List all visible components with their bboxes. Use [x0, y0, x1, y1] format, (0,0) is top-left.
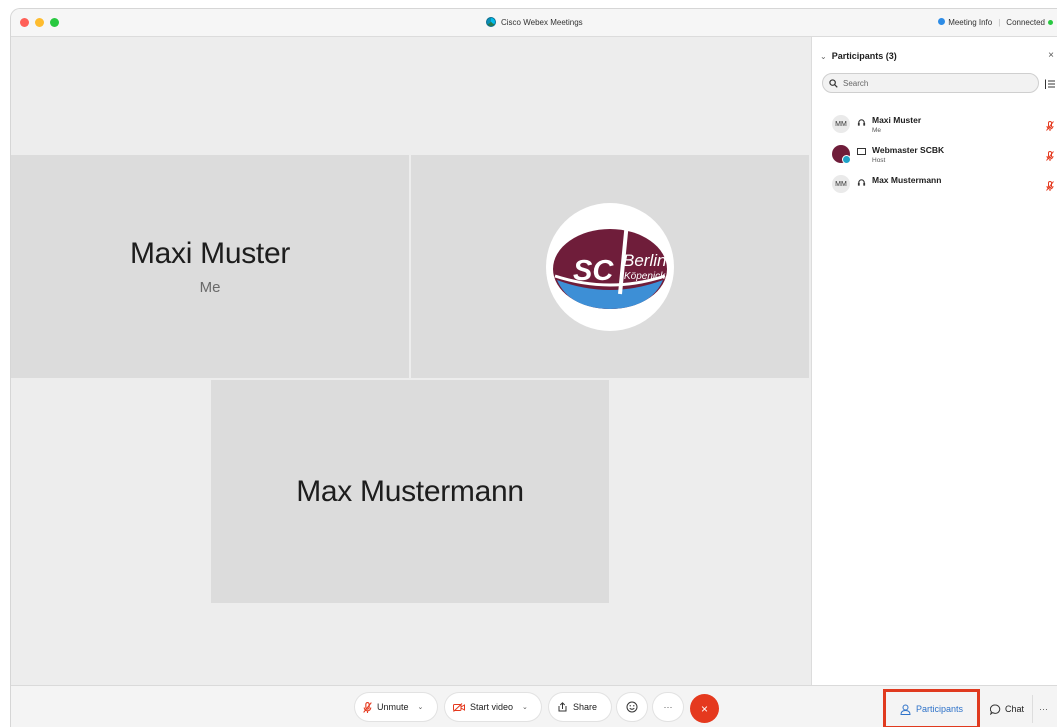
window-title-text: Cisco Webex Meetings	[501, 17, 583, 27]
participant-role: Me	[872, 127, 882, 134]
meeting-info-label: Meeting Info	[948, 18, 993, 27]
share-button[interactable]: Share	[549, 693, 611, 721]
participants-button[interactable]: Participants	[883, 689, 980, 727]
close-window-button[interactable]	[20, 18, 29, 27]
participant-name: Max Mustermann	[872, 175, 942, 185]
webex-logo-icon	[486, 17, 496, 27]
chevron-down-icon[interactable]: ⌄	[522, 703, 528, 711]
muted-microphone-icon[interactable]	[1046, 178, 1054, 196]
video-tile-max-mustermann[interactable]: Max Mustermann	[211, 380, 609, 603]
tile-name: Maxi Muster	[129, 237, 291, 270]
host-avatar: SC Berlin Köpenick	[546, 202, 674, 331]
meeting-info-link[interactable]: Meeting Info	[938, 18, 992, 27]
start-video-label: Start video	[470, 702, 514, 712]
share-label: Share	[573, 702, 598, 712]
person-icon	[900, 704, 911, 715]
title-bar: Cisco Webex Meetings Meeting Info | Conn…	[11, 9, 1057, 37]
video-off-icon	[453, 702, 465, 712]
chat-label: Chat	[1005, 704, 1025, 714]
reactions-button[interactable]	[617, 693, 647, 721]
avatar: MM	[832, 115, 850, 133]
connected-dot-icon	[1048, 20, 1053, 25]
panel-controls: Participants Chat ···	[883, 689, 1054, 727]
unmute-label: Unmute	[377, 702, 409, 712]
meeting-controls-bar: Unmute ⌄ Start video ⌄ Share ··· × Parti…	[11, 685, 1057, 727]
end-meeting-button[interactable]: ×	[690, 694, 719, 723]
participant-role: Host	[872, 157, 886, 164]
muted-microphone-icon[interactable]	[1046, 118, 1054, 136]
more-panels-button[interactable]: ···	[1032, 695, 1054, 723]
window-title: Cisco Webex Meetings	[486, 17, 583, 27]
unmute-button[interactable]: Unmute ⌄	[355, 693, 437, 721]
chat-bubble-icon	[990, 703, 1001, 715]
logo-berlin-text: Berlin	[623, 251, 666, 270]
participant-row-maxi-muster[interactable]: MM Maxi Muster Me	[832, 111, 1054, 141]
webex-window: Cisco Webex Meetings Meeting Info | Conn…	[10, 8, 1057, 727]
info-icon	[938, 18, 946, 25]
screen-icon	[855, 148, 867, 156]
muted-microphone-icon	[363, 701, 372, 713]
tile-subtitle: Me	[199, 279, 221, 296]
participants-panel: ⌄ Participants (3) × MM Maxi Muster Me	[811, 37, 1057, 685]
participant-name: Maxi Muster	[872, 115, 922, 125]
logo-koepenick-text: Köpenick	[624, 271, 666, 282]
headset-icon	[855, 178, 867, 187]
participant-row-max-mustermann[interactable]: MM Max Mustermann	[832, 171, 1054, 201]
search-input[interactable]	[843, 78, 1013, 88]
title-separator: |	[998, 18, 1001, 27]
more-icon: ···	[663, 702, 673, 712]
chat-button[interactable]: Chat	[984, 695, 1030, 723]
video-tile-maxi-muster[interactable]: Maxi Muster Me	[11, 155, 409, 378]
close-icon[interactable]: ×	[1048, 50, 1054, 61]
participant-name: Webmaster SCBK	[872, 145, 945, 155]
close-icon: ×	[700, 701, 708, 716]
avatar: MM	[832, 175, 850, 193]
participants-label: Participants	[915, 704, 964, 714]
window-controls	[20, 18, 59, 27]
minimize-window-button[interactable]	[35, 18, 44, 27]
participant-search[interactable]	[822, 73, 1039, 93]
zoom-window-button[interactable]	[50, 18, 59, 27]
tile-name: Max Mustermann	[296, 474, 524, 508]
title-bar-right: Meeting Info | Connected	[938, 18, 1053, 27]
connection-status-label: Connected	[1006, 18, 1045, 27]
participants-panel-title: Participants (3)	[831, 51, 897, 61]
participants-list: MM Maxi Muster Me Webmaster SCBK Host MM	[832, 111, 1054, 201]
chevron-down-icon[interactable]: ⌄	[418, 703, 424, 711]
share-icon	[558, 702, 567, 712]
sc-berlin-koepenick-logo-icon: SC Berlin Köpenick	[553, 215, 667, 309]
logo-sc-text: SC	[573, 255, 614, 287]
avatar	[832, 145, 851, 164]
muted-microphone-icon[interactable]	[1046, 148, 1054, 166]
participants-panel-header[interactable]: ⌄ Participants (3)	[820, 51, 897, 61]
smiley-icon	[626, 701, 638, 713]
video-tile-webmaster-scbk[interactable]: SC Berlin Köpenick	[411, 155, 809, 378]
more-options-button[interactable]: ···	[653, 693, 683, 721]
participant-row-webmaster-scbk[interactable]: Webmaster SCBK Host	[832, 141, 1054, 171]
collapse-chevron-icon[interactable]: ⌄	[820, 52, 827, 61]
connection-status: Connected	[1006, 18, 1053, 27]
more-icon: ···	[1039, 704, 1049, 714]
sort-list-icon[interactable]	[1044, 77, 1056, 95]
video-stage: Maxi Muster Me SC Berlin Köpenick Max Mu…	[11, 37, 809, 685]
search-icon	[829, 78, 838, 88]
start-video-button[interactable]: Start video ⌄	[445, 693, 541, 721]
headset-icon	[855, 118, 867, 127]
